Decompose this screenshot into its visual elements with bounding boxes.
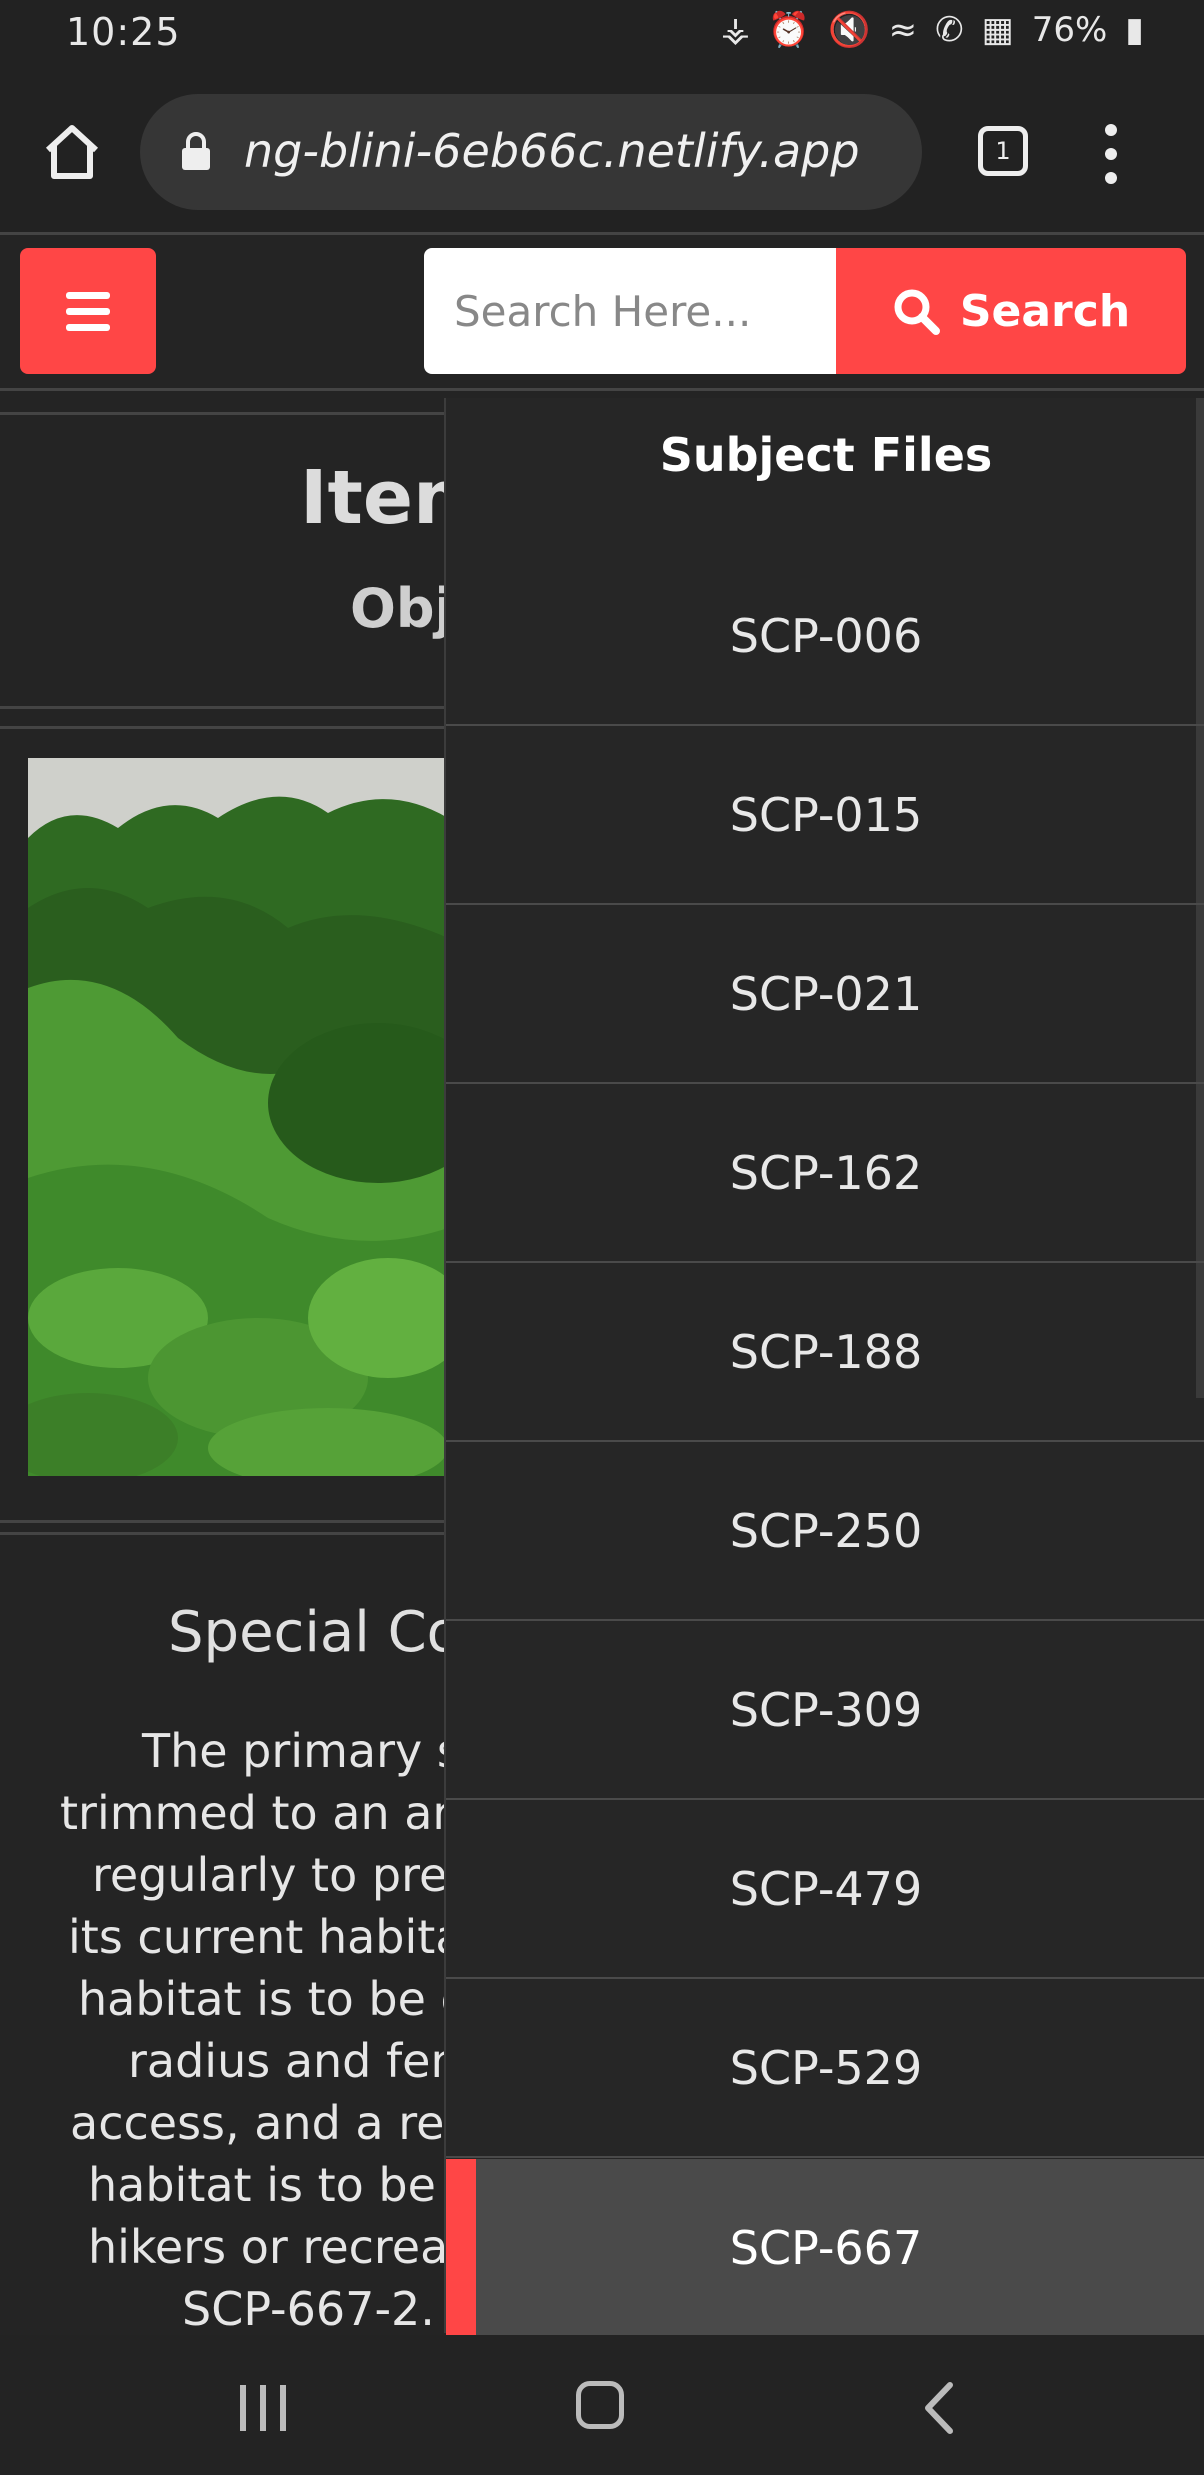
browser-toolbar: ng-blini-6eb66c.netlify.app 1 <box>0 70 1204 232</box>
system-nav-bar <box>0 2335 1204 2475</box>
status-time: 10:25 <box>66 10 181 54</box>
paragraph-line: hikers or recreat <box>88 2220 445 2274</box>
menu-toggle-button[interactable] <box>20 248 156 374</box>
battery-percent: 76% <box>1031 10 1108 50</box>
drawer-item-scp-667[interactable]: SCP-667 <box>446 2159 1204 2337</box>
wifi-icon: ≈ <box>888 10 918 50</box>
browser-menu-icon[interactable] <box>1105 124 1119 184</box>
paragraph-line: habitat is to be <box>88 2158 436 2212</box>
divider <box>0 706 445 709</box>
home-icon[interactable] <box>40 120 104 184</box>
object-class: Obj <box>350 577 454 640</box>
search-form: Search <box>424 248 1186 374</box>
search-input[interactable] <box>424 248 836 374</box>
back-icon[interactable] <box>920 2381 960 2435</box>
drawer-item-scp-006[interactable]: SCP-006 <box>446 548 1204 726</box>
paragraph-line: The primary s <box>142 1724 445 1778</box>
item-photo <box>28 758 448 1476</box>
address-bar[interactable]: ng-blini-6eb66c.netlify.app <box>140 94 922 210</box>
tab-switcher-button[interactable]: 1 <box>978 126 1028 176</box>
status-bar: 10:25 ⚶ ⏰ 🔇 ≈ ✆ ▦ 76% ▮ <box>0 0 1204 70</box>
paragraph-line: trimmed to an ar <box>60 1786 445 1840</box>
paragraph-line: radius and fen <box>128 2034 445 2088</box>
divider <box>0 388 1204 391</box>
drawer-item-scp-479[interactable]: SCP-479 <box>446 1801 1204 1979</box>
search-icon <box>894 289 940 335</box>
paragraph-line: its current habita <box>68 1910 445 1964</box>
home-nav-icon[interactable] <box>576 2381 624 2429</box>
battery-icon: ▮ <box>1125 10 1144 50</box>
drawer-item-scp-162[interactable]: SCP-162 <box>446 1085 1204 1263</box>
paragraph-line: habitat is to be c <box>78 1972 445 2026</box>
paragraph-line: access, and a reg <box>70 2096 445 2150</box>
paragraph-line: regularly to prev <box>92 1848 445 1902</box>
divider <box>0 1520 445 1523</box>
special-containment-heading: Special Co <box>168 1600 461 1665</box>
search-button[interactable]: Search <box>836 248 1186 374</box>
drawer-title: Subject Files <box>659 428 993 482</box>
divider <box>0 726 445 729</box>
signal-icon: ▦ <box>981 10 1014 50</box>
drawer-item-scp-529[interactable]: SCP-529 <box>446 1980 1204 2158</box>
containment-paragraph: The primary s trimmed to an ar regularly… <box>0 1720 445 2340</box>
divider <box>0 232 1204 235</box>
url-text: ng-blini-6eb66c.netlify.app <box>244 124 860 178</box>
drawer-item-scp-015[interactable]: SCP-015 <box>446 727 1204 905</box>
drawer-item-scp-021[interactable]: SCP-021 <box>446 906 1204 1084</box>
search-button-label: Search <box>959 285 1131 337</box>
wifi-call-icon: ✆ <box>935 10 964 50</box>
divider <box>0 412 445 415</box>
drawer-item-scp-309[interactable]: SCP-309 <box>446 1622 1204 1800</box>
divider <box>0 1532 445 1535</box>
site-header: Search <box>0 236 1204 392</box>
alarm-icon: ⏰ <box>767 10 811 50</box>
subject-files-drawer: Subject Files SCP-006 SCP-015 SCP-021 SC… <box>444 398 1204 2337</box>
mute-icon: 🔇 <box>828 10 871 50</box>
drawer-item-scp-250[interactable]: SCP-250 <box>446 1443 1204 1621</box>
vpn-key-icon: ⚶ <box>721 10 750 50</box>
recent-apps-icon[interactable] <box>240 2385 290 2431</box>
drawer-item-scp-188[interactable]: SCP-188 <box>446 1264 1204 1442</box>
status-icons: ⚶ ⏰ 🔇 ≈ ✆ ▦ 76% ▮ <box>721 10 1144 50</box>
lock-icon <box>182 132 210 170</box>
paragraph-line: SCP-667-2. <box>182 2282 435 2336</box>
